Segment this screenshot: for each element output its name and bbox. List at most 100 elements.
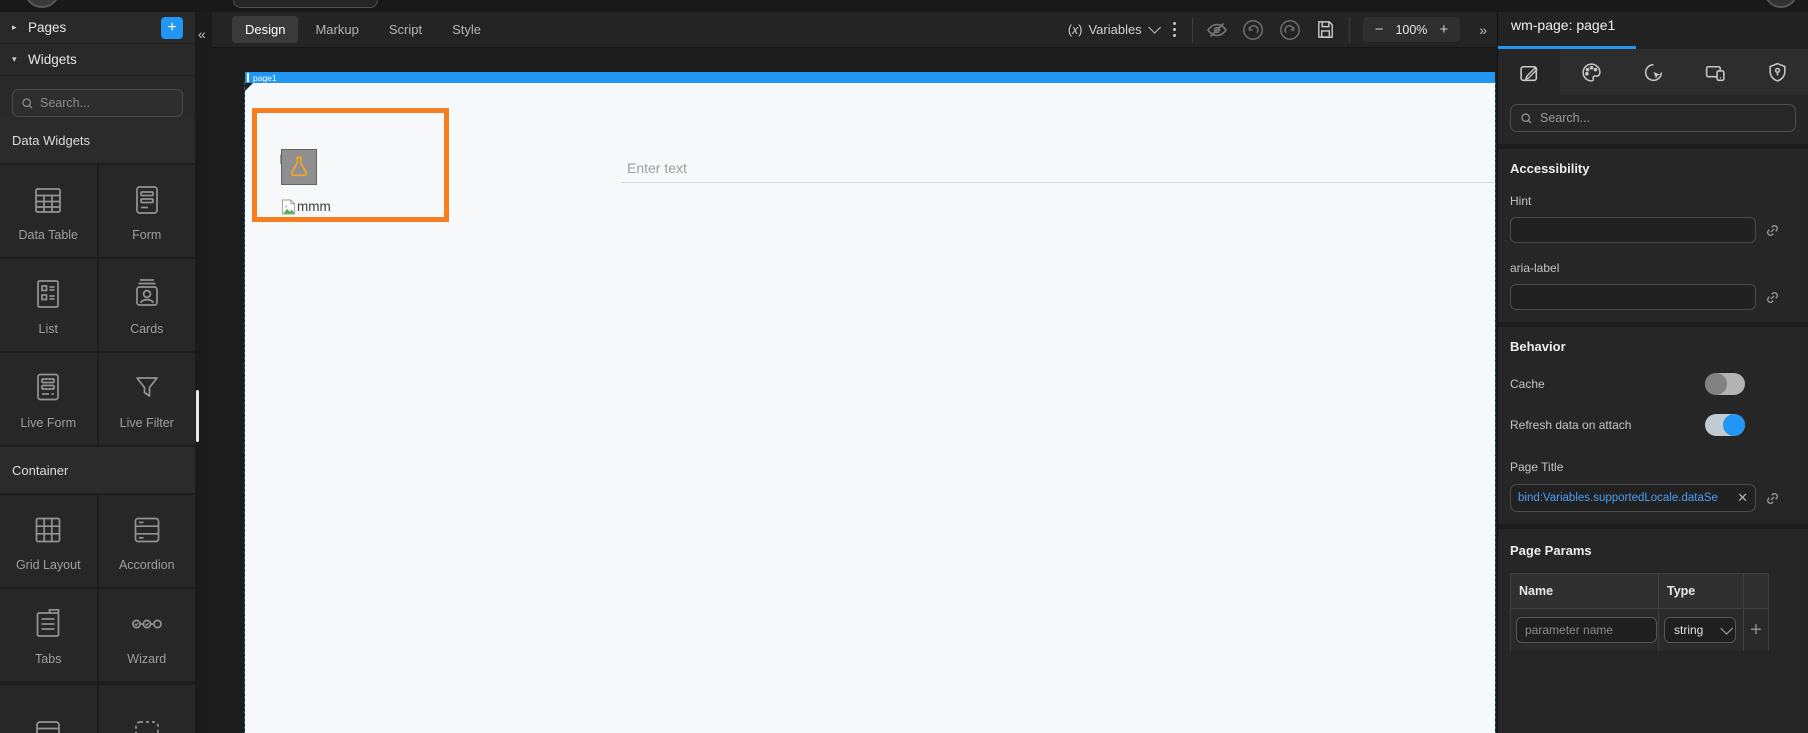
zoom-level: 100% [1395,22,1428,37]
page-tab-handle [247,73,249,82]
page-params-header-row: Name Type [1511,574,1768,608]
tab-design[interactable]: Design [232,16,299,43]
param-name-input[interactable] [1516,617,1657,643]
redo-button[interactable] [1278,18,1302,42]
widget-tile-grid-layout[interactable]: Grid Layout [0,495,97,587]
page-params-input-row: string + [1511,608,1768,651]
sidebar-scrollbar-thumb[interactable] [196,390,199,442]
widget-search[interactable] [12,89,183,117]
page-params-table: Name Type string + [1510,573,1769,651]
picture-widget[interactable]: mmm [281,199,331,215]
toolbar-divider [1191,16,1193,43]
avatar[interactable] [24,0,60,8]
properties-panel: wm-page: page1 Search... Accessibility H… [1497,0,1808,733]
tab-devices[interactable] [1684,49,1746,95]
tab-events[interactable] [1622,49,1684,95]
section-header-data-widgets: Data Widgets [0,117,195,163]
widget-tile-tabs[interactable]: Tabs [0,589,97,681]
bind-link-icon[interactable] [1765,223,1780,238]
save-button[interactable] [1315,19,1336,40]
search-icon [1521,112,1532,123]
zoom-in-button[interactable]: + [1439,22,1448,37]
hint-input[interactable] [1510,217,1756,243]
selected-widget-container[interactable]: Label mmm [252,108,449,222]
wizard-icon [131,619,162,629]
clear-binding-icon[interactable]: ✕ [1737,490,1748,506]
widget-tile-form[interactable]: Form [98,165,195,257]
cards-icon [135,279,158,306]
picture-alt-text: mmm [297,199,331,214]
toolbar-actions: (x) Variables − 100% + » [1067,16,1487,43]
grid-layout-icon [35,517,61,543]
chevron-down-icon: ▾ [12,54,17,64]
widget-tile-live-form[interactable]: Live Form [0,353,97,445]
properties-panel-body: Accessibility Hint aria-label Behavior C… [1498,95,1808,651]
column-header-type: Type [1659,574,1744,608]
widget-tile-list[interactable]: List [0,259,97,351]
tab-markup[interactable]: Markup [302,16,371,43]
widget-tile-wizard[interactable]: Wizard [98,589,195,681]
param-type-value: string [1674,623,1704,637]
cache-toggle[interactable] [1705,373,1745,395]
dashed-container-icon [134,721,159,733]
undo-button[interactable] [1241,18,1265,42]
widget-tile-accordion[interactable]: Accordion [98,495,195,587]
widget-sidebar: ▸ Pages + ▾ Widgets Data Widgets Data Ta… [0,12,195,733]
zoom-out-button[interactable]: − [1375,22,1384,37]
variables-button[interactable]: (x) Variables [1067,21,1161,37]
eye-off-icon [1206,22,1227,37]
user-avatar[interactable] [1764,0,1798,8]
shield-security-icon [1768,62,1786,82]
widget-tile-partial-container[interactable] [98,685,195,733]
refresh-data-toggle[interactable] [1705,414,1745,436]
preview-eye-off-button[interactable] [1206,19,1228,41]
tab-script[interactable]: Script [376,16,435,43]
panel-icon [36,721,61,733]
properties-search-input[interactable] [1540,111,1770,125]
bind-link-icon[interactable] [1765,290,1780,305]
variables-label: Variables [1088,22,1142,37]
widget-tile-live-filter[interactable]: Live Filter [98,353,195,445]
devices-icon [1705,65,1725,81]
accordion-icon [134,517,160,543]
tile-label: Live Form [20,416,77,430]
page-surface[interactable]: Label mmm [244,82,1496,733]
properties-search[interactable] [1510,104,1796,132]
page-selection-bar[interactable]: page1 [245,72,1495,83]
widget-tile-data-table[interactable]: Data Table [0,165,97,257]
widget-tile-cards[interactable]: Cards [98,259,195,351]
widget-tile-partial-panel[interactable] [0,685,97,733]
section-divider [1498,524,1808,529]
label-widget[interactable]: Label [279,149,341,187]
undo-icon [1242,19,1263,40]
sidebar-item-widgets[interactable]: ▾ Widgets [0,44,195,76]
collapse-sidebar-icon[interactable]: « [198,26,206,42]
page-title-bind-chip[interactable]: bind:Variables.supportedLocale.dataSe ✕ [1510,484,1756,512]
widget-search-input[interactable] [40,96,160,110]
collapse-panel-icon[interactable]: » [1479,22,1487,38]
add-page-button[interactable]: + [161,16,183,39]
sidebar-item-pages[interactable]: ▸ Pages + [0,12,195,44]
properties-panel-tabs [1498,49,1808,95]
bind-link-icon[interactable] [1765,491,1780,506]
tile-label: Data Table [18,228,79,242]
experiment-flask-icon [281,149,317,185]
tile-label: List [38,322,58,336]
tab-styles[interactable] [1560,49,1622,95]
project-name-box[interactable] [233,0,378,8]
tab-properties[interactable] [1498,49,1560,95]
tab-style[interactable]: Style [439,16,494,43]
redo-icon [1279,19,1300,40]
aria-label-input[interactable] [1510,284,1756,310]
text-widget-input[interactable] [621,153,1495,183]
param-type-select[interactable]: string [1664,617,1736,643]
more-options-button[interactable] [1170,22,1179,37]
tile-label: Form [132,228,162,242]
add-param-button[interactable]: + [1750,620,1762,640]
palette-icon [1581,62,1601,82]
form-icon [135,186,158,214]
toolbar-divider [1348,16,1350,43]
variables-icon: (x) [1067,22,1083,37]
search-icon [22,97,33,108]
tab-security[interactable] [1746,49,1808,95]
